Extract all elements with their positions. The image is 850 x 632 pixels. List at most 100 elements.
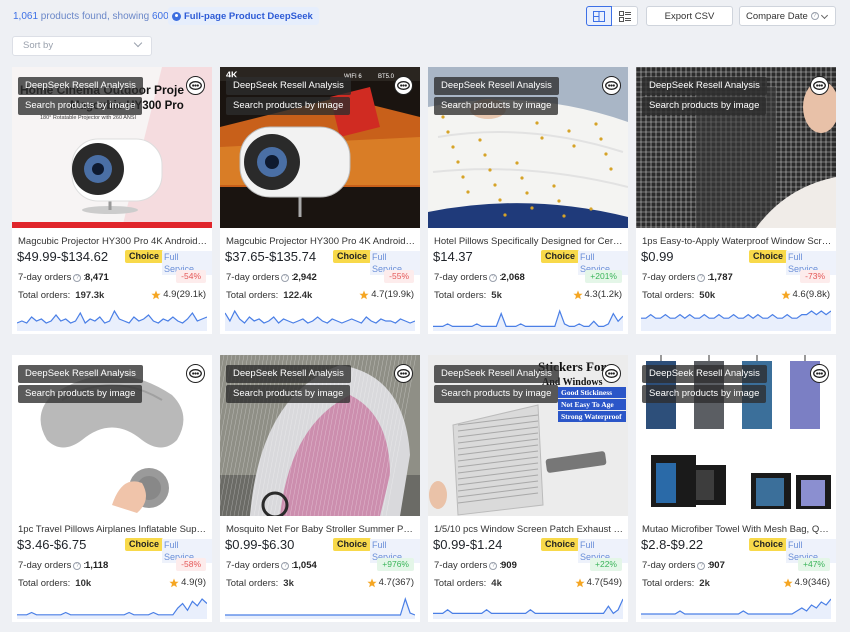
orders-sparkline	[225, 597, 415, 619]
orders-change-badge: +201%	[585, 270, 622, 283]
search-by-image-button[interactable]: Search products by image	[434, 385, 559, 403]
seven-day-orders-value: 1,054	[293, 560, 317, 571]
search-by-image-button[interactable]: Search products by image	[642, 385, 767, 403]
star-icon	[367, 578, 377, 587]
search-by-image-button[interactable]: Search products by image	[226, 97, 351, 115]
product-title[interactable]: Mutao Microfiber Towel With Mesh Bag, Qu…	[642, 524, 832, 535]
deepseek-resell-analysis-button[interactable]: DeepSeek Resell Analysis	[434, 77, 559, 95]
deepseek-resell-analysis-button[interactable]: DeepSeek Resell Analysis	[18, 77, 143, 95]
product-price: $3.46-$6.75	[17, 537, 87, 552]
orders-sparkline	[433, 309, 623, 331]
svg-text:Good Stickiness: Good Stickiness	[561, 388, 612, 397]
total-orders-label: Total orders: 122.4k	[226, 290, 312, 301]
rating-value: 4.3(1.2k)	[584, 289, 623, 300]
eye-icon	[189, 81, 202, 90]
total-orders-label: Total orders: 3k	[226, 578, 294, 589]
sort-by-select[interactable]: Sort by	[12, 36, 152, 56]
deepseek-resell-analysis-button[interactable]: DeepSeek Resell Analysis	[18, 365, 143, 383]
export-csv-button[interactable]: Export CSV	[646, 6, 733, 26]
orders-change-badge: -58%	[176, 558, 206, 571]
star-icon	[783, 578, 793, 587]
rating: 4.7(549)	[575, 577, 622, 588]
total-orders-value: 2k	[699, 578, 710, 589]
rating: 4.3(1.2k)	[572, 289, 623, 300]
seven-day-orders-label: 7-day orders?:	[18, 560, 86, 571]
view-details-button[interactable]	[810, 76, 829, 95]
choice-badge: Choice	[333, 538, 372, 551]
total-orders-label: Total orders: 2k	[642, 578, 710, 589]
product-card[interactable]: DeepSeek Resell Analysis Search products …	[636, 355, 836, 622]
search-by-image-button[interactable]: Search products by image	[226, 385, 351, 403]
search-by-image-button[interactable]: Search products by image	[18, 97, 143, 115]
star-icon	[780, 290, 791, 299]
product-price: $0.99	[641, 249, 674, 264]
seven-day-orders-label: 7-day orders?:	[642, 272, 710, 283]
total-orders-text: Total orders:	[642, 290, 695, 301]
deepseek-resell-analysis-button[interactable]: DeepSeek Resell Analysis	[642, 365, 767, 383]
product-title[interactable]: Mosquito Net For Baby Stroller Summer Pr…	[226, 524, 416, 535]
list-view-button[interactable]	[612, 6, 638, 26]
product-title[interactable]: 1/5/10 pcs Window Screen Patch Exhaust G…	[434, 524, 624, 535]
deepseek-icon	[172, 11, 181, 21]
compare-date-label: Compare Date	[746, 10, 808, 22]
rating-value: 4.6(9.8k)	[792, 289, 831, 300]
star-icon	[575, 578, 585, 587]
seven-day-orders-value: 8,471	[85, 272, 109, 283]
compare-date-select[interactable]: Compare Date ?	[739, 6, 836, 26]
help-icon: ?	[489, 273, 498, 282]
product-card[interactable]: Stickers For And Windows Good Stickiness No…	[428, 355, 628, 622]
product-card[interactable]: DeepSeek Resell Analysis Search products …	[220, 355, 420, 622]
chevron-down-icon	[820, 11, 829, 20]
view-details-button[interactable]	[810, 364, 829, 383]
total-orders-value: 10k	[75, 578, 92, 589]
view-details-button[interactable]	[602, 76, 621, 95]
search-by-image-button[interactable]: Search products by image	[434, 97, 559, 115]
total-orders-text: Total orders:	[642, 578, 695, 589]
product-title[interactable]: 1ps Easy-to-Apply Waterproof Window Scre…	[642, 236, 832, 247]
view-details-button[interactable]	[602, 364, 621, 383]
seven-day-orders-text: 7-day orders	[18, 560, 72, 571]
results-summary: 1,061 products found, showing 600	[13, 11, 169, 22]
deepseek-resell-analysis-button[interactable]: DeepSeek Resell Analysis	[434, 365, 559, 383]
choice-badge: Choice	[541, 250, 580, 263]
deepseek-resell-analysis-button[interactable]: DeepSeek Resell Analysis	[642, 77, 767, 95]
product-card[interactable]: DeepSeek Resell Analysis Search products …	[636, 67, 836, 334]
seven-day-orders-label: 7-day orders?:	[18, 272, 86, 283]
product-title[interactable]: Hotel Pillows Specifically Designed for …	[434, 236, 624, 247]
choice-badge: Choice	[125, 250, 164, 263]
svg-text:Strong Waterproof: Strong Waterproof	[561, 412, 622, 421]
total-orders-text: Total orders:	[226, 578, 279, 589]
view-details-button[interactable]	[394, 76, 413, 95]
svg-text:Not Easy To Age: Not Easy To Age	[561, 400, 614, 409]
rating-value: 4.7(19.9k)	[371, 289, 414, 300]
search-by-image-button[interactable]: Search products by image	[642, 97, 767, 115]
deepseek-resell-analysis-button[interactable]: DeepSeek Resell Analysis	[226, 77, 351, 95]
view-details-button[interactable]	[186, 364, 205, 383]
rating: 4.9(9)	[169, 577, 206, 588]
choice-badge: Choice	[749, 250, 788, 263]
deepseek-resell-analysis-button[interactable]: DeepSeek Resell Analysis	[226, 365, 351, 383]
view-details-button[interactable]	[394, 364, 413, 383]
orders-change-badge: -73%	[800, 270, 830, 283]
sparkline-area	[225, 599, 415, 619]
product-title[interactable]: Magcubic Projector HY300 Pro 4K Android …	[226, 236, 416, 247]
orders-sparkline	[641, 310, 831, 331]
rating-value: 4.9(346)	[794, 577, 830, 588]
product-card[interactable]: DeepSeek Resell Analysis Search products …	[428, 67, 628, 334]
total-orders-text: Total orders:	[434, 290, 487, 301]
product-price: $0.99-$1.24	[433, 537, 503, 552]
total-orders-label: Total orders: 197.3k	[18, 290, 104, 301]
product-title[interactable]: Magcubic Projector HY300 Pro 4K Android …	[18, 236, 208, 247]
search-by-image-button[interactable]: Search products by image	[18, 385, 143, 403]
product-title[interactable]: 1pc Travel Pillows Airplanes Inflatable …	[18, 524, 208, 535]
help-icon: ?	[489, 561, 498, 570]
eye-icon	[813, 369, 826, 378]
grid-view-button[interactable]	[586, 6, 612, 26]
help-icon: ?	[73, 561, 82, 570]
product-card[interactable]: 4K WIFI 6 BT5.0 DeepSeek Resell Analysis Sea…	[220, 67, 420, 334]
product-card[interactable]: DeepSeek Resell Analysis Search products …	[12, 355, 212, 622]
view-details-button[interactable]	[186, 76, 205, 95]
seven-day-orders-label: 7-day orders?:	[642, 560, 710, 571]
product-card[interactable]: Home Cinema Outdoor ProjeMagcubic HY300 …	[12, 67, 212, 334]
deepseek-fullpage-button[interactable]: Full-page Product DeepSeek	[168, 7, 319, 25]
